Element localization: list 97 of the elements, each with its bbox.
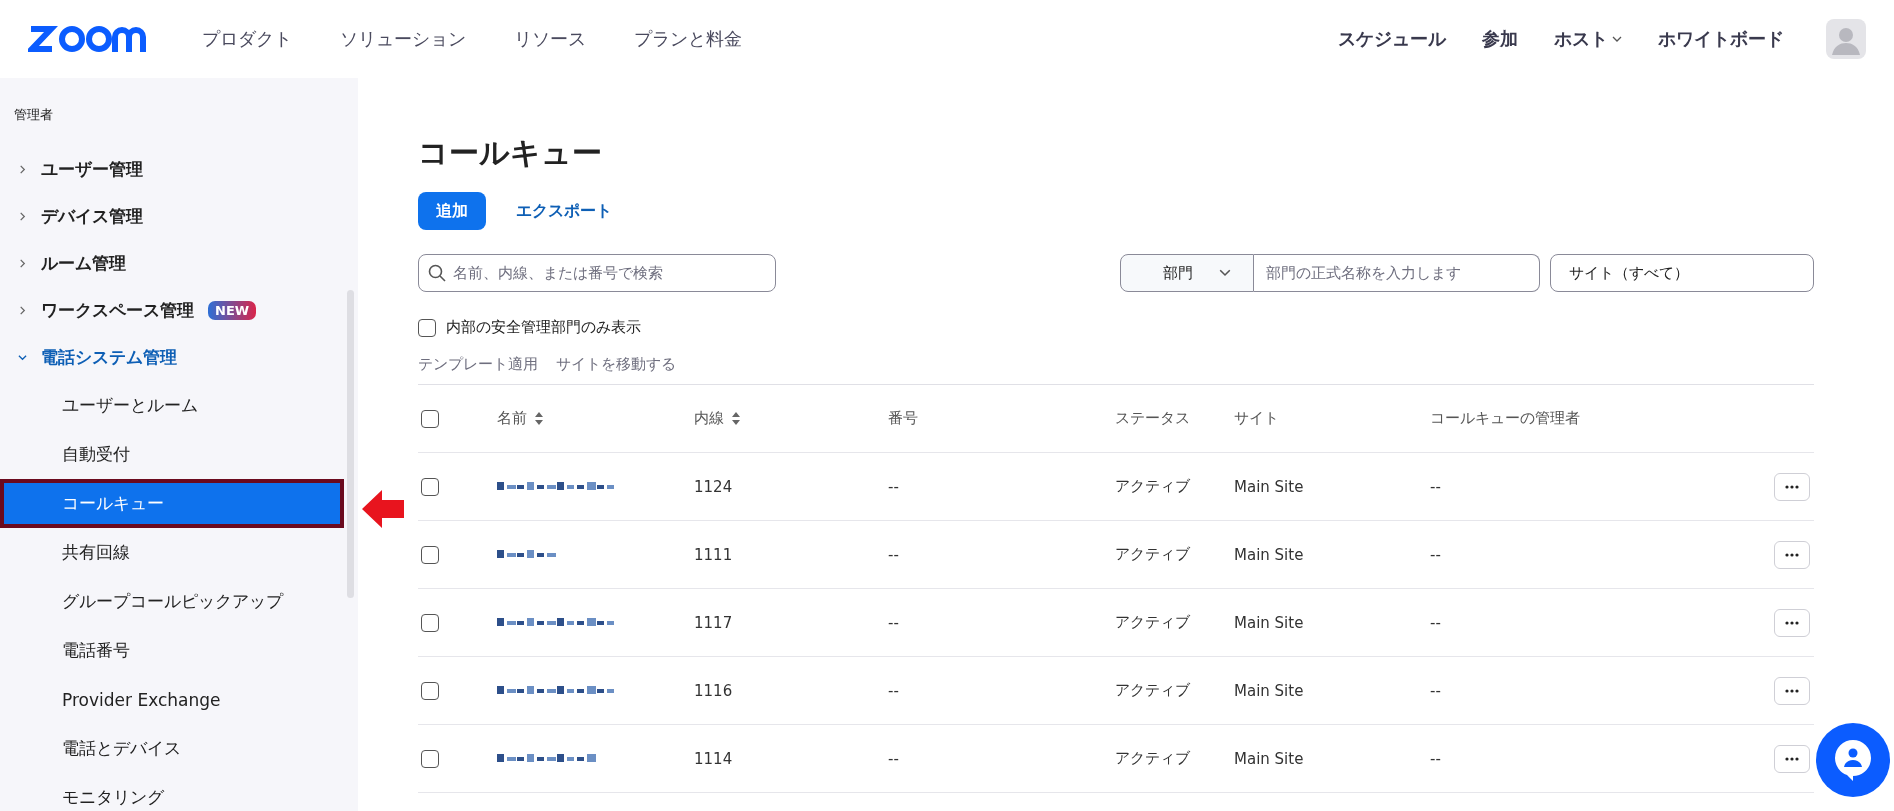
- chevron-down-icon: [1219, 269, 1231, 277]
- filter-checkbox[interactable]: 内部の安全管理部門のみ表示: [418, 318, 1814, 337]
- table-cell-text: 1124: [694, 477, 734, 496]
- table-cell-text: --: [888, 613, 900, 632]
- department-input[interactable]: 部門の正式名称を入力します: [1254, 254, 1540, 292]
- pointer-arrow-icon: [362, 488, 404, 530]
- more-icon: [1785, 688, 1799, 693]
- blurred-name-drawing: [497, 548, 557, 560]
- table-cell-text: Main Site: [1234, 613, 1305, 632]
- chevron-right-icon: [18, 212, 27, 221]
- table-cell-text: Main Site: [1234, 545, 1305, 564]
- nav-link[interactable]: プロダクト: [202, 27, 292, 51]
- nav-link[interactable]: 参加: [1482, 27, 1518, 51]
- sidebar-subitem[interactable]: Provider Exchange: [0, 675, 344, 724]
- nav-dropdown[interactable]: ホスト: [1554, 27, 1622, 51]
- nav-link[interactable]: ホワイトボード: [1658, 27, 1784, 51]
- select-all-checkbox[interactable]: [421, 409, 439, 428]
- table-cell-text: --: [1430, 613, 1442, 632]
- sidebar-item[interactable]: 電話システム管理: [0, 334, 358, 381]
- sidebar-item[interactable]: ルーム管理: [0, 240, 358, 287]
- chevron-down-icon: [18, 353, 27, 362]
- more-icon: [1785, 484, 1799, 489]
- sidebar-subitem[interactable]: コールキュー: [0, 479, 344, 528]
- chevron-right-icon: [18, 259, 27, 268]
- sort-icon[interactable]: [535, 412, 543, 425]
- checkbox[interactable]: [418, 318, 436, 337]
- row-checkbox[interactable]: [421, 545, 439, 564]
- sidebar-subitem[interactable]: 自動受付: [0, 430, 344, 479]
- search-icon: [428, 264, 446, 282]
- table-cell-text: 1116: [694, 681, 734, 700]
- bulk-action-link[interactable]: サイトを移動する: [556, 355, 676, 374]
- table-cell-text: --: [1430, 477, 1442, 496]
- column-header: 番号: [888, 409, 919, 428]
- sidebar-subitem[interactable]: 電話とデバイス: [0, 724, 344, 773]
- more-icon: [1785, 620, 1799, 625]
- table-cell-text: --: [1430, 545, 1442, 564]
- table-cell-text: アクティブ: [1115, 681, 1191, 700]
- sidebar-item-label: デバイス管理: [41, 205, 143, 228]
- table-cell-text: Main Site: [1234, 749, 1305, 768]
- sidebar-subitem[interactable]: 電話番号: [0, 626, 344, 675]
- sidebar-subitem[interactable]: 共有回線: [0, 528, 344, 577]
- table-cell-text: --: [888, 545, 900, 564]
- sort-icon[interactable]: [732, 412, 740, 425]
- row-checkbox[interactable]: [421, 749, 439, 768]
- column-header[interactable]: 名前: [497, 409, 694, 428]
- scrollbar[interactable]: [347, 290, 354, 598]
- chevron-right-icon: [18, 165, 27, 174]
- page-title: コールキュー: [418, 134, 603, 172]
- sidebar-subitem[interactable]: モニタリング: [0, 773, 344, 811]
- column-header[interactable]: 内線: [694, 409, 888, 428]
- sidebar-item-label: ルーム管理: [41, 252, 126, 275]
- chevron-right-icon: [18, 306, 27, 315]
- table-cell-text: Main Site: [1234, 681, 1305, 700]
- sidebar-item-label: ワークスペース管理: [41, 299, 194, 322]
- column-header: サイト: [1234, 409, 1280, 428]
- nav-link[interactable]: スケジュール: [1338, 27, 1446, 51]
- column-header: ステータス: [1115, 409, 1191, 428]
- sidebar-item[interactable]: デバイス管理: [0, 193, 358, 240]
- sidebar-item-label: ユーザー管理: [41, 158, 143, 181]
- more-icon: [1785, 552, 1799, 557]
- row-checkbox[interactable]: [421, 613, 439, 632]
- table-cell-text: --: [1430, 749, 1442, 768]
- sidebar-subitem[interactable]: グループコールピックアップ: [0, 577, 344, 626]
- table-cell-text: 1114: [694, 749, 734, 768]
- table-cell-text: 1111: [694, 545, 734, 564]
- table-cell-text: 1117: [694, 613, 734, 632]
- chat-icon: [1833, 738, 1873, 782]
- sidebar-item[interactable]: ワークスペース管理 NEW: [0, 287, 358, 334]
- table-cell-text: --: [1430, 681, 1442, 700]
- column-header: コールキューの管理者: [1430, 409, 1581, 428]
- bulk-action-link[interactable]: テンプレート適用: [418, 355, 538, 374]
- export-button[interactable]: エクスポート: [498, 192, 630, 230]
- table-cell-text: --: [888, 477, 900, 496]
- table-cell-text: Main Site: [1234, 477, 1305, 496]
- checkbox-label: 内部の安全管理部門のみ表示: [446, 318, 641, 337]
- table-cell-text: アクティブ: [1115, 749, 1191, 768]
- sidebar-heading: 管理者: [13, 106, 54, 124]
- nav-link[interactable]: プランと料金: [634, 27, 742, 51]
- row-checkbox[interactable]: [421, 477, 439, 496]
- table-cell-text: アクティブ: [1115, 545, 1191, 564]
- sidebar-item-label: 電話システム管理: [41, 346, 177, 369]
- site-select[interactable]: サイト（すべて）: [1550, 254, 1814, 292]
- department-select[interactable]: 部門: [1120, 254, 1254, 292]
- add-button[interactable]: 追加: [418, 192, 486, 230]
- table-cell-text: --: [888, 749, 900, 768]
- row-checkbox[interactable]: [421, 681, 439, 700]
- nav-link[interactable]: ソリューション: [340, 27, 466, 51]
- sidebar-subitem[interactable]: ユーザーとルーム: [0, 381, 344, 430]
- more-icon: [1785, 756, 1799, 761]
- table-cell-text: --: [888, 681, 900, 700]
- search-field[interactable]: 名前、内線、または番号で検索: [418, 254, 776, 292]
- nav-link[interactable]: リソース: [514, 27, 586, 51]
- sidebar-item[interactable]: ユーザー管理: [0, 146, 358, 193]
- chevron-down-icon: [1612, 36, 1622, 42]
- new-badge: NEW: [208, 301, 257, 320]
- table-cell-text: アクティブ: [1115, 613, 1191, 632]
- table-cell-text: アクティブ: [1115, 477, 1191, 496]
